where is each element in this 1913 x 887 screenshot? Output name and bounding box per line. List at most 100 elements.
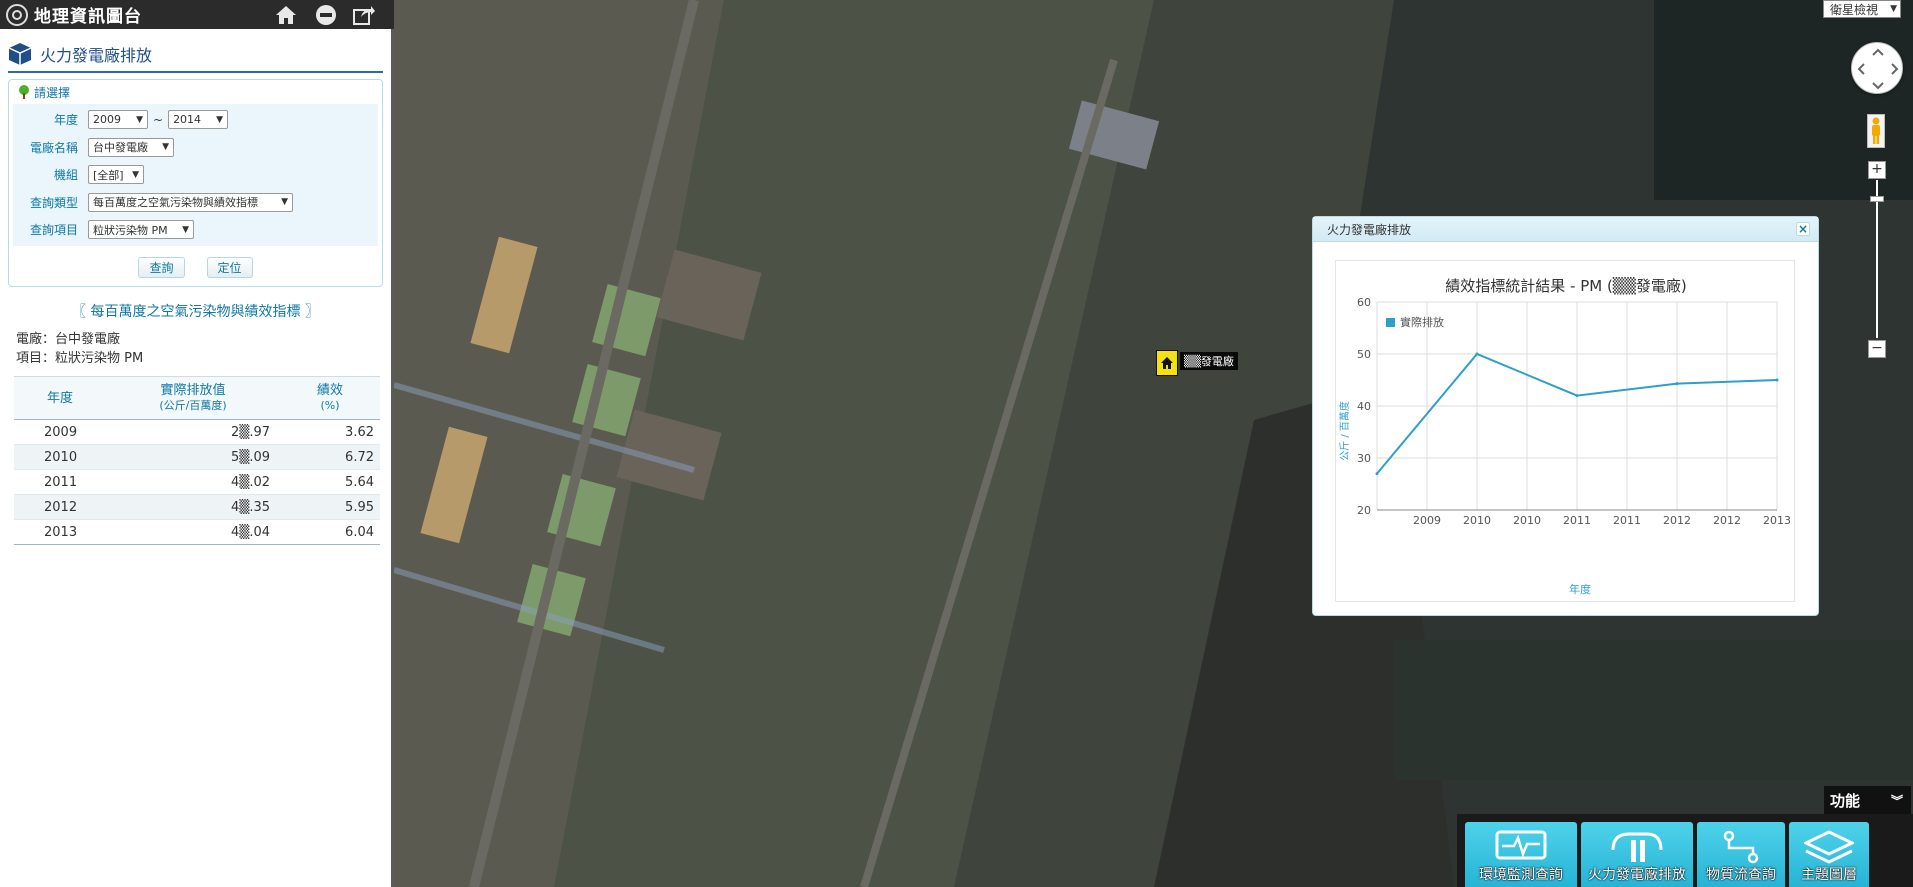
- unit-label: 機組: [53, 168, 78, 183]
- cell-perf: 6.04: [345, 524, 374, 540]
- item-label: 查詢項目: [29, 223, 78, 238]
- data-point: [1475, 352, 1479, 356]
- year-from-value: 2009: [93, 113, 121, 127]
- query-buttons: 查詢 定位: [9, 257, 382, 278]
- power-plant-button[interactable]: 火力發電廠排放: [1581, 822, 1693, 887]
- type-row: 查詢類型 每百萬度之空氣污染物與績效指標 ▼: [13, 189, 378, 217]
- data-point: [1375, 472, 1379, 476]
- zoom-slider-handle[interactable]: [1870, 196, 1884, 202]
- power-plant-marker-icon[interactable]: [1156, 350, 1178, 376]
- query-button[interactable]: 查詢: [138, 257, 185, 278]
- query-heading-text: 請選擇: [34, 85, 71, 100]
- env-monitor-button[interactable]: 環境監測查詢: [1465, 822, 1577, 887]
- street-view-pegman-icon[interactable]: [1867, 114, 1885, 148]
- layers-icon: [1804, 830, 1854, 864]
- dropdown-arrow-icon: ▼: [182, 224, 189, 235]
- y-tick-label: 60: [1357, 296, 1371, 309]
- y-tick-label: 40: [1357, 400, 1371, 413]
- plant-value: 台中發電廠: [93, 141, 148, 155]
- pan-control[interactable]: [1851, 42, 1903, 94]
- query-heading: 請選擇: [9, 80, 382, 104]
- year-label: 年度: [53, 113, 78, 128]
- minus-circle-icon[interactable]: [314, 3, 338, 27]
- x-tick-label: 2013: [1763, 514, 1791, 527]
- result-plant: 電廠：台中發電廠: [16, 332, 121, 347]
- col-value-unit: (公斤/百萬度): [159, 399, 227, 412]
- y-tick-label: 30: [1357, 452, 1371, 465]
- year-from-select[interactable]: 2009 ▼: [88, 110, 148, 130]
- chart-frame: 20 30 40 50 60 2009 2010 2010 2011 2011 2012 2012 20…: [1335, 260, 1795, 602]
- x-tick-label: 2011: [1613, 514, 1641, 527]
- panel-header: 火力發電廠排放: [8, 37, 383, 73]
- locate-button[interactable]: 定位: [206, 257, 253, 278]
- type-label: 查詢類型: [29, 195, 78, 210]
- x-tick-label: 2011: [1563, 514, 1591, 527]
- result-title: 〖 每百萬度之空氣污染物與績效指標 〗: [72, 304, 319, 320]
- top-bar: 地理資訊圖台: [0, 0, 394, 29]
- function-label: 功能: [1830, 791, 1861, 810]
- x-tick-label: 2012: [1663, 514, 1691, 527]
- col-year: 年度: [46, 390, 73, 406]
- map-type-select[interactable]: 衛星檢視 ▼: [1823, 0, 1901, 18]
- year-to-value: 2014: [173, 113, 202, 127]
- material-flow-button[interactable]: 物質流查詢: [1697, 822, 1785, 887]
- dropdown-arrow-icon: ▼: [216, 114, 224, 125]
- col-value: 實際排放值 (公斤/百萬度): [106, 377, 280, 420]
- x-tick-label: 2009: [1413, 514, 1441, 527]
- logo-icon: [6, 3, 28, 26]
- cell-value: 5▒.09: [231, 449, 270, 465]
- zoom-out-button[interactable]: −: [1868, 340, 1886, 358]
- close-icon[interactable]: ×: [1796, 222, 1810, 236]
- env-monitor-label: 環境監測查詢: [1479, 867, 1563, 883]
- function-toggle[interactable]: 功能 ︾: [1824, 786, 1911, 814]
- chart-title: 績效指標統計結果 - PM (▒▒發電廠): [1445, 277, 1686, 295]
- flow-icon: [1723, 830, 1759, 864]
- zoom-slider-track[interactable]: [1876, 180, 1878, 338]
- popup-title: 火力發電廠排放: [1327, 222, 1412, 237]
- dropdown-arrow-icon: ▼: [162, 142, 169, 153]
- table-row: 2012 4▒.35 5.95: [14, 494, 380, 520]
- cell-perf: 5.95: [345, 499, 374, 515]
- theme-layers-button[interactable]: 主題圖層: [1789, 822, 1869, 887]
- dropdown-arrow-icon: ▼: [281, 197, 288, 208]
- x-tick-label: 2010: [1463, 514, 1491, 527]
- cube-icon: [8, 43, 32, 65]
- tree-icon: [19, 85, 29, 99]
- line-chart: 20 30 40 50 60 2009 2010 2010 2011 2011 2012 2012 20…: [1338, 277, 1791, 596]
- zoom-in-button[interactable]: +: [1868, 161, 1886, 179]
- item-row: 查詢項目 粒狀污染物 PM ▼: [13, 216, 378, 244]
- result-table: 年度 實際排放值 (公斤/百萬度) 績效 (%) 2009 2▒.97 3.62 201…: [14, 376, 380, 545]
- material-flow-label: 物質流查詢: [1706, 867, 1776, 883]
- unit-value: [全部]: [93, 168, 124, 182]
- col-value-label: 實際排放值: [160, 383, 226, 398]
- plant-label: 電廠名稱: [29, 140, 78, 155]
- query-fields: 年度 2009 ▼ ~ 2014 ▼ 電廠名稱 台中發電廠 ▼ 機組 [全部] ▼ 查詢…: [13, 104, 378, 246]
- cell-year: 2009: [44, 424, 78, 440]
- function-bar: 環境監測查詢 火力發電廠排放 物質流查詢 主題圖層: [1457, 814, 1913, 887]
- data-point: [1675, 382, 1679, 386]
- type-select[interactable]: 每百萬度之空氣污染物與績效指標 ▼: [88, 192, 293, 212]
- data-point: [1775, 378, 1779, 382]
- col-perf: 績效 (%): [280, 377, 380, 420]
- dropdown-arrow-icon: ▼: [132, 169, 139, 180]
- home-icon[interactable]: [274, 3, 298, 27]
- table-row: 2009 2▒.97 3.62: [14, 420, 380, 445]
- item-select[interactable]: 粒狀污染物 PM ▼: [88, 220, 194, 240]
- cell-value: 4▒.02: [231, 474, 270, 490]
- chart-popup: 火力發電廠排放 × 20 30 40 50 60 2009 2010 2010 2011 2011…: [1312, 216, 1819, 616]
- year-to-select[interactable]: 2014 ▼: [168, 110, 229, 130]
- result-item: 項目：粒狀污染物 PM: [16, 351, 144, 366]
- cell-value: 4▒.04: [231, 524, 270, 540]
- share-icon[interactable]: [352, 3, 376, 27]
- table-row: 2010 5▒.09 6.72: [14, 444, 380, 470]
- cell-year: 2013: [44, 524, 78, 540]
- data-point: [1575, 394, 1579, 398]
- double-chevron-down-icon: ︾: [1890, 793, 1903, 808]
- plant-select[interactable]: 台中發電廠 ▼: [88, 137, 174, 157]
- unit-row: 機組 [全部] ▼: [13, 161, 378, 189]
- y-axis-label: 公斤 / 百萬度: [1338, 401, 1351, 461]
- unit-select[interactable]: [全部] ▼: [88, 165, 144, 185]
- pan-arrows-icon: [1857, 48, 1899, 90]
- map-type-value: 衛星檢視: [1830, 2, 1879, 17]
- cell-year: 2012: [44, 499, 78, 515]
